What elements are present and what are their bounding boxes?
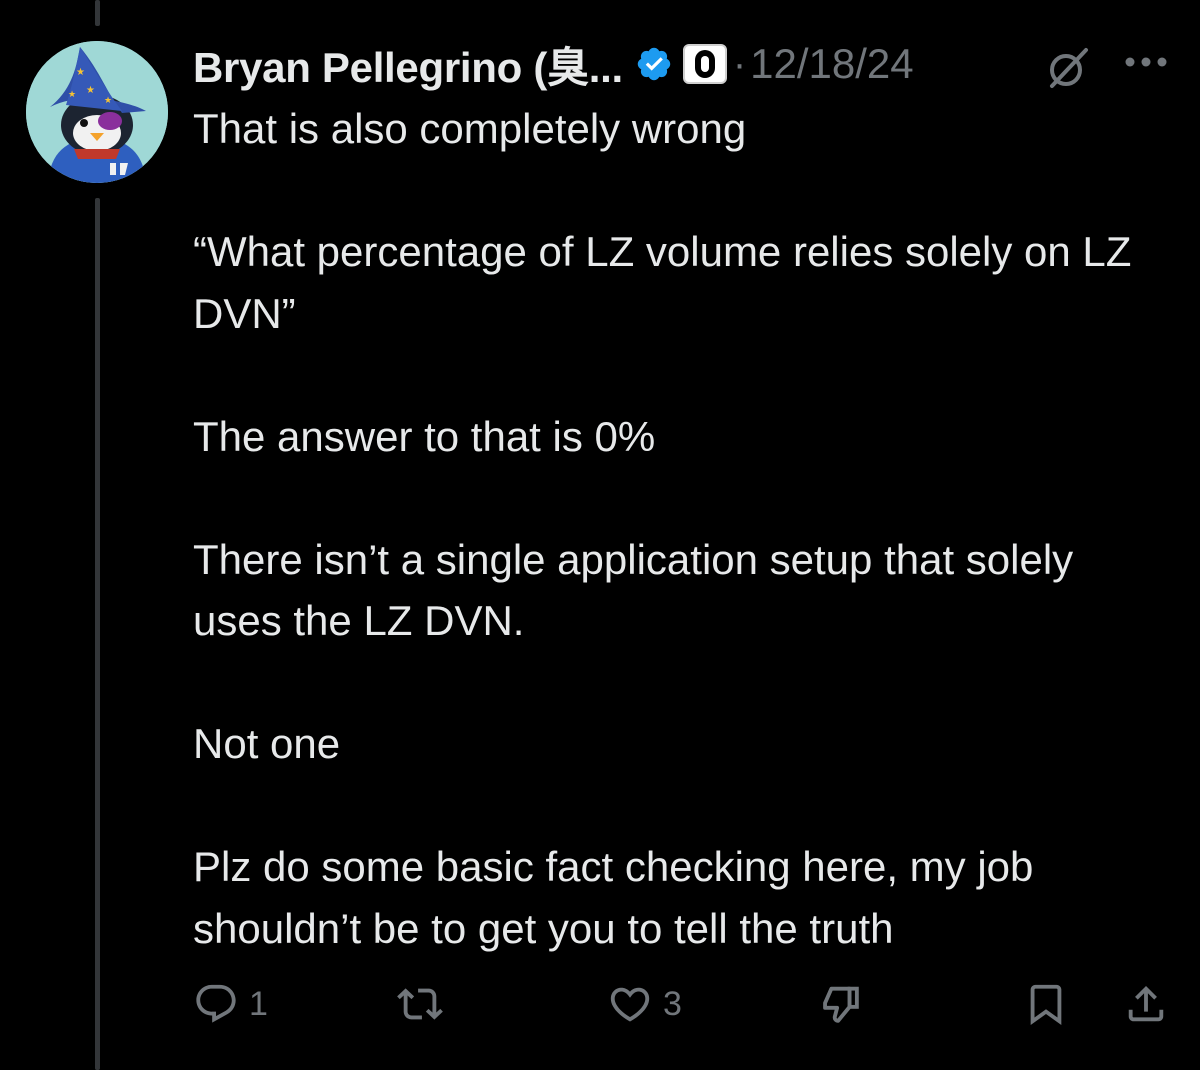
bookmark-icon — [1023, 981, 1069, 1027]
heart-icon — [607, 981, 653, 1027]
like-button[interactable]: 3 — [607, 978, 682, 1030]
reply-button[interactable]: 1 — [193, 978, 268, 1030]
svg-text:★: ★ — [104, 96, 112, 106]
like-count: 3 — [663, 984, 682, 1023]
share-button[interactable] — [1123, 978, 1169, 1030]
thumbs-down-icon — [817, 981, 863, 1027]
avatar-image: ★ ★ ★ ★ — [26, 41, 168, 183]
bookmark-button[interactable] — [1023, 978, 1069, 1030]
grok-icon[interactable] — [1044, 44, 1092, 92]
avatar[interactable]: ★ ★ ★ ★ — [26, 41, 168, 183]
post-paragraph: “What percentage of LZ volume relies sol… — [193, 228, 1132, 337]
post-paragraph: Plz do some basic fact checking here, my… — [193, 843, 1034, 952]
verified-badge-icon — [635, 45, 673, 83]
repost-icon — [397, 981, 443, 1027]
affiliate-badge-icon[interactable] — [682, 44, 727, 84]
thread-line-bottom — [95, 198, 100, 1070]
svg-text:★: ★ — [86, 85, 95, 96]
author-name[interactable]: Bryan Pellegrino (臭... — [193, 34, 623, 95]
action-bar: 1 3 — [193, 978, 1173, 1030]
dislike-button[interactable] — [817, 978, 863, 1030]
thread-line-top — [95, 0, 100, 26]
reply-count: 1 — [249, 984, 268, 1023]
svg-text:★: ★ — [76, 67, 85, 78]
post-text: That is also completely wrong “What perc… — [193, 98, 1173, 959]
post-paragraph: That is also completely wrong — [193, 105, 747, 152]
post-header: Bryan Pellegrino (臭... · 12/18/24 — [193, 34, 914, 94]
more-icon[interactable] — [1123, 48, 1169, 76]
svg-text:★: ★ — [68, 90, 76, 100]
reply-icon — [193, 981, 239, 1027]
post-paragraph: Not one — [193, 720, 341, 767]
separator: · — [732, 41, 747, 86]
timestamp[interactable]: 12/18/24 — [750, 40, 914, 88]
post-paragraph: There isn’t a single application setup t… — [193, 535, 1074, 645]
post-paragraph: The answer to that is 0% — [193, 412, 656, 460]
share-icon — [1123, 981, 1169, 1027]
repost-button[interactable] — [397, 978, 453, 1030]
